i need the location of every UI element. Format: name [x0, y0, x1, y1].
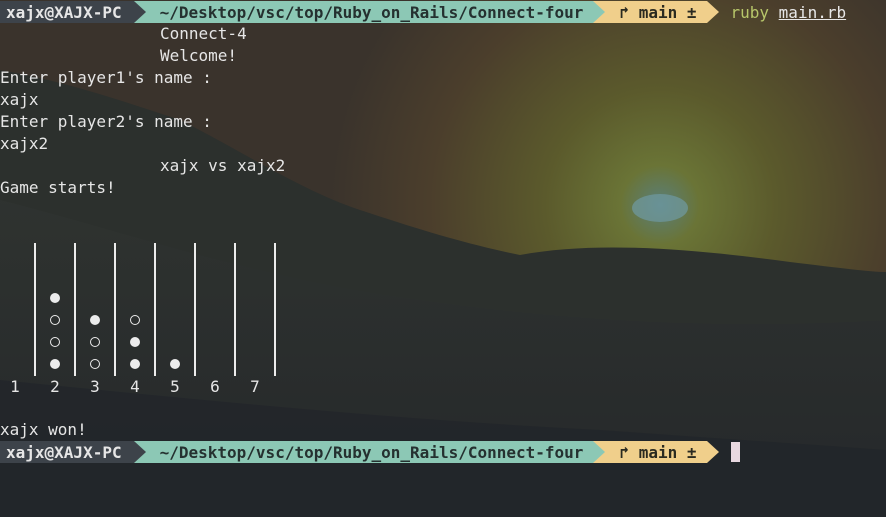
git-branch-label: main ±: [638, 2, 697, 22]
player2-prompt: Enter player2's name :: [0, 112, 212, 131]
prompt-separator: [593, 441, 606, 463]
prompt-git-branch: ↱ main ±: [605, 441, 707, 463]
board-separator: [74, 243, 76, 376]
empty-disc: [90, 359, 100, 369]
git-branch-icon: ↱: [619, 2, 639, 22]
git-branch-label: main ±: [638, 442, 697, 462]
game-title: Connect-4: [160, 24, 247, 43]
column-number: 2: [50, 377, 60, 396]
empty-disc: [130, 315, 140, 325]
board-separator: [114, 243, 116, 376]
filled-disc: [90, 315, 100, 325]
filled-disc: [50, 359, 60, 369]
prompt-user-host: xajx@XAJX-PC: [0, 1, 134, 23]
command-program: ruby: [730, 2, 770, 22]
prompt-user-host: xajx@XAJX-PC: [0, 441, 134, 463]
prompt-separator: [133, 441, 146, 463]
player1-prompt: Enter player1's name :: [0, 68, 212, 87]
prompt-separator: [593, 1, 606, 23]
prompt-separator: [706, 1, 719, 23]
git-branch-icon: ↱: [619, 442, 639, 462]
player1-name: xajx: [0, 90, 39, 109]
column-number: 5: [170, 377, 180, 396]
empty-disc: [50, 337, 60, 347]
command-line: ruby main.rb: [731, 1, 847, 23]
shell-prompt: xajx@XAJX-PC ~/Desktop/vsc/top/Ruby_on_R…: [0, 441, 740, 463]
board-separator: [154, 243, 156, 376]
prompt-separator: [133, 1, 146, 23]
filled-disc: [50, 293, 60, 303]
player2-name: xajx2: [0, 134, 49, 153]
filled-disc: [170, 359, 180, 369]
board-separator: [34, 243, 36, 376]
prompt-path: ~/Desktop/vsc/top/Ruby_on_Rails/Connect-…: [145, 1, 594, 23]
command-argument: main.rb: [778, 2, 847, 22]
prompt-git-branch: ↱ main ±: [605, 1, 707, 23]
board-separator: [194, 243, 196, 376]
filled-disc: [130, 359, 140, 369]
text-cursor[interactable]: [730, 442, 740, 462]
board-separator: [274, 243, 276, 376]
column-number: 3: [90, 377, 100, 396]
terminal-window[interactable]: xajx@XAJX-PC ~/Desktop/vsc/top/Ruby_on_R…: [0, 0, 886, 517]
versus-text: xajx vs xajx2: [160, 156, 286, 175]
prompt-path: ~/Desktop/vsc/top/Ruby_on_Rails/Connect-…: [145, 441, 594, 463]
column-number: 1: [10, 377, 20, 396]
column-number: 4: [130, 377, 140, 396]
filled-disc: [130, 337, 140, 347]
empty-disc: [90, 337, 100, 347]
result-text: xajx won!: [0, 420, 87, 439]
column-number: 7: [250, 377, 260, 396]
empty-disc: [50, 315, 60, 325]
column-number: 6: [210, 377, 220, 396]
board-separator: [234, 243, 236, 376]
shell-prompt: xajx@XAJX-PC ~/Desktop/vsc/top/Ruby_on_R…: [0, 1, 846, 23]
prompt-separator: [706, 441, 719, 463]
welcome-text: Welcome!: [160, 46, 238, 65]
game-starts-text: Game starts!: [0, 178, 116, 197]
